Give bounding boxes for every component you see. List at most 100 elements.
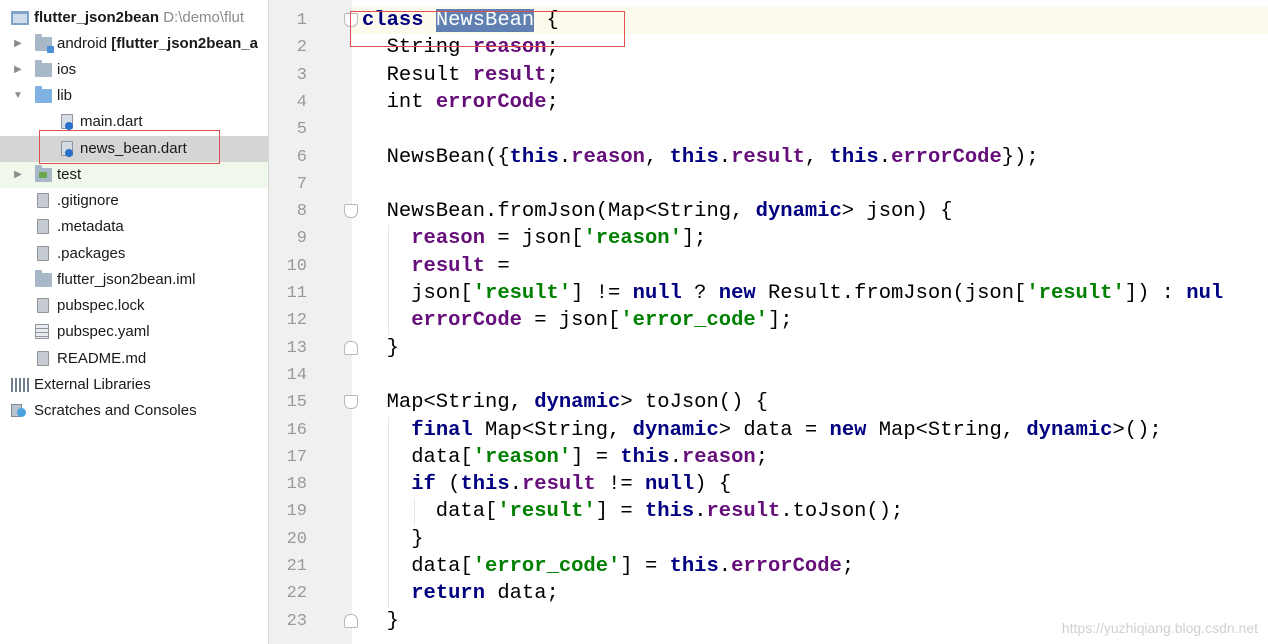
tree-item-main-dart[interactable]: main.dart xyxy=(0,109,269,135)
code-line[interactable]: return data; xyxy=(362,580,559,607)
tree-item-scratches[interactable]: Scratches and Consoles xyxy=(0,398,269,424)
libraries-icon xyxy=(11,378,29,392)
code-token: > json) { xyxy=(841,200,953,224)
line-number: 2 xyxy=(296,38,307,58)
code-token: reason xyxy=(571,145,645,169)
tree-item-iml[interactable]: flutter_json2bean.iml xyxy=(0,267,269,293)
code-line[interactable]: result = xyxy=(362,253,509,280)
tree-item-label: .gitignore xyxy=(57,192,119,209)
code-line[interactable]: NewsBean({this.reason, this.result, this… xyxy=(362,144,1039,171)
code-token: ] != xyxy=(571,282,633,305)
code-token: errorCode xyxy=(731,555,842,578)
tree-root-row[interactable]: flutter_json2bean D:\demo\flut xyxy=(0,5,269,31)
code-token: final xyxy=(411,418,473,442)
expand-arrow-icon[interactable]: ▶ xyxy=(12,57,24,83)
code-token: }); xyxy=(1001,145,1039,169)
line-number: 4 xyxy=(296,92,307,112)
code-token: null xyxy=(645,473,695,497)
line-number: 18 xyxy=(286,475,307,495)
code-line[interactable]: if (this.result != null) { xyxy=(362,471,731,498)
code-token: .toJson(); xyxy=(780,500,904,524)
module-file-icon xyxy=(35,270,52,287)
code-line[interactable]: } xyxy=(362,526,423,553)
tree-item-pubspec-lock[interactable]: pubspec.lock xyxy=(0,293,269,319)
code-line[interactable]: errorCode = json['error_code']; xyxy=(362,307,793,334)
expand-arrow-icon[interactable]: ▶ xyxy=(12,31,24,57)
code-token: data[ xyxy=(362,500,498,524)
line-number: 14 xyxy=(286,365,307,385)
tree-item-external-libraries[interactable]: External Libraries xyxy=(0,372,269,398)
tree-item-readme[interactable]: README.md xyxy=(0,346,269,372)
line-number: 11 xyxy=(286,284,307,303)
code-token: this xyxy=(669,145,719,169)
code-token: new xyxy=(718,282,756,305)
tree-item-label: .packages xyxy=(57,245,126,262)
code-token: Result xyxy=(362,63,473,87)
code-token: ]; xyxy=(767,309,793,333)
code-token: Map<String, xyxy=(472,418,633,442)
code-token: result xyxy=(411,254,486,278)
fold-open-icon[interactable] xyxy=(344,395,358,410)
code-line[interactable]: final Map<String, dynamic> data = new Ma… xyxy=(362,417,1161,444)
tree-item-metadata[interactable]: .metadata xyxy=(0,214,269,240)
tree-item-pubspec-yaml[interactable]: pubspec.yaml xyxy=(0,319,269,345)
code-line[interactable]: json['result'] != null ? new Result.from… xyxy=(362,280,1223,307)
tree-item-news-bean-dart[interactable]: news_bean.dart xyxy=(0,136,269,162)
line-number: 10 xyxy=(286,256,307,276)
fold-close-icon[interactable] xyxy=(344,613,358,628)
code-token: 'reason' xyxy=(472,445,572,469)
line-number: 1 xyxy=(296,11,307,30)
code-line[interactable]: } xyxy=(362,608,399,635)
code-line[interactable]: Map<String, dynamic> toJson() { xyxy=(362,389,768,416)
code-token: reason xyxy=(472,36,547,60)
file-icon xyxy=(37,351,49,366)
code-line[interactable]: reason = json['reason']; xyxy=(362,225,706,252)
code-token: 'result' xyxy=(472,282,572,305)
tree-item-ios[interactable]: ▶ ios xyxy=(0,57,269,83)
code-line[interactable]: NewsBean.fromJson(Map<String, dynamic> j… xyxy=(362,198,953,225)
fold-close-icon[interactable] xyxy=(344,340,358,355)
code-line[interactable]: data['error_code'] = this.errorCode; xyxy=(362,553,854,580)
code-token: dynamic xyxy=(755,200,842,224)
code-line[interactable]: data['result'] = this.result.toJson(); xyxy=(362,498,904,525)
tree-item-label: flutter_json2bean.iml xyxy=(57,271,196,288)
tree-item-android[interactable]: ▶ android [flutter_json2bean_a xyxy=(0,31,269,57)
tree-item-label: External Libraries xyxy=(34,376,151,393)
code-token: , xyxy=(804,145,830,169)
code-line[interactable]: String reason; xyxy=(362,34,559,61)
expand-arrow-icon[interactable]: ▶ xyxy=(12,162,24,188)
line-number: 19 xyxy=(286,502,307,522)
code-token: errorCode xyxy=(435,90,547,114)
code-line[interactable]: class NewsBean { xyxy=(362,7,559,34)
code-token: errorCode xyxy=(411,309,522,333)
file-icon xyxy=(37,298,49,313)
project-folder-icon xyxy=(11,11,29,25)
code-token: data; xyxy=(485,582,559,606)
code-line[interactable]: Result result; xyxy=(362,62,559,89)
fold-open-icon[interactable] xyxy=(344,204,358,219)
code-token: NewsBean({ xyxy=(362,145,510,169)
tree-item-test[interactable]: ▶ test xyxy=(0,162,269,188)
code-line[interactable]: data['reason'] = this.reason; xyxy=(362,444,768,471)
code-token: this xyxy=(644,500,695,524)
code-token: result xyxy=(706,500,781,524)
collapse-arrow-icon[interactable]: ▼ xyxy=(12,83,24,109)
code-token: Map<String, xyxy=(866,418,1027,442)
code-line[interactable]: } xyxy=(362,335,399,362)
code-line[interactable]: int errorCode; xyxy=(362,89,559,116)
tree-item-packages[interactable]: .packages xyxy=(0,241,269,267)
fold-open-icon[interactable] xyxy=(344,13,358,27)
code-token: 'error_code' xyxy=(472,555,621,578)
tree-item-lib[interactable]: ▼ lib xyxy=(0,83,269,109)
tree-item-gitignore[interactable]: .gitignore xyxy=(0,188,269,214)
code-token: this xyxy=(509,145,559,169)
code-token: this xyxy=(669,555,719,578)
project-tree-panel: flutter_json2bean D:\demo\flut ▶ android… xyxy=(0,0,269,644)
code-token: Map<String, xyxy=(362,391,535,415)
code-token: String xyxy=(362,36,473,60)
code-token: null xyxy=(632,282,682,305)
code-editor[interactable]: 1 2 3 4 5 6 7 8 9 10 11 12 13 14 15 16 17 18 19 20 21 22 23 cl… xyxy=(269,0,1268,644)
code-token: reason xyxy=(681,445,756,469)
code-token: != xyxy=(595,473,645,497)
